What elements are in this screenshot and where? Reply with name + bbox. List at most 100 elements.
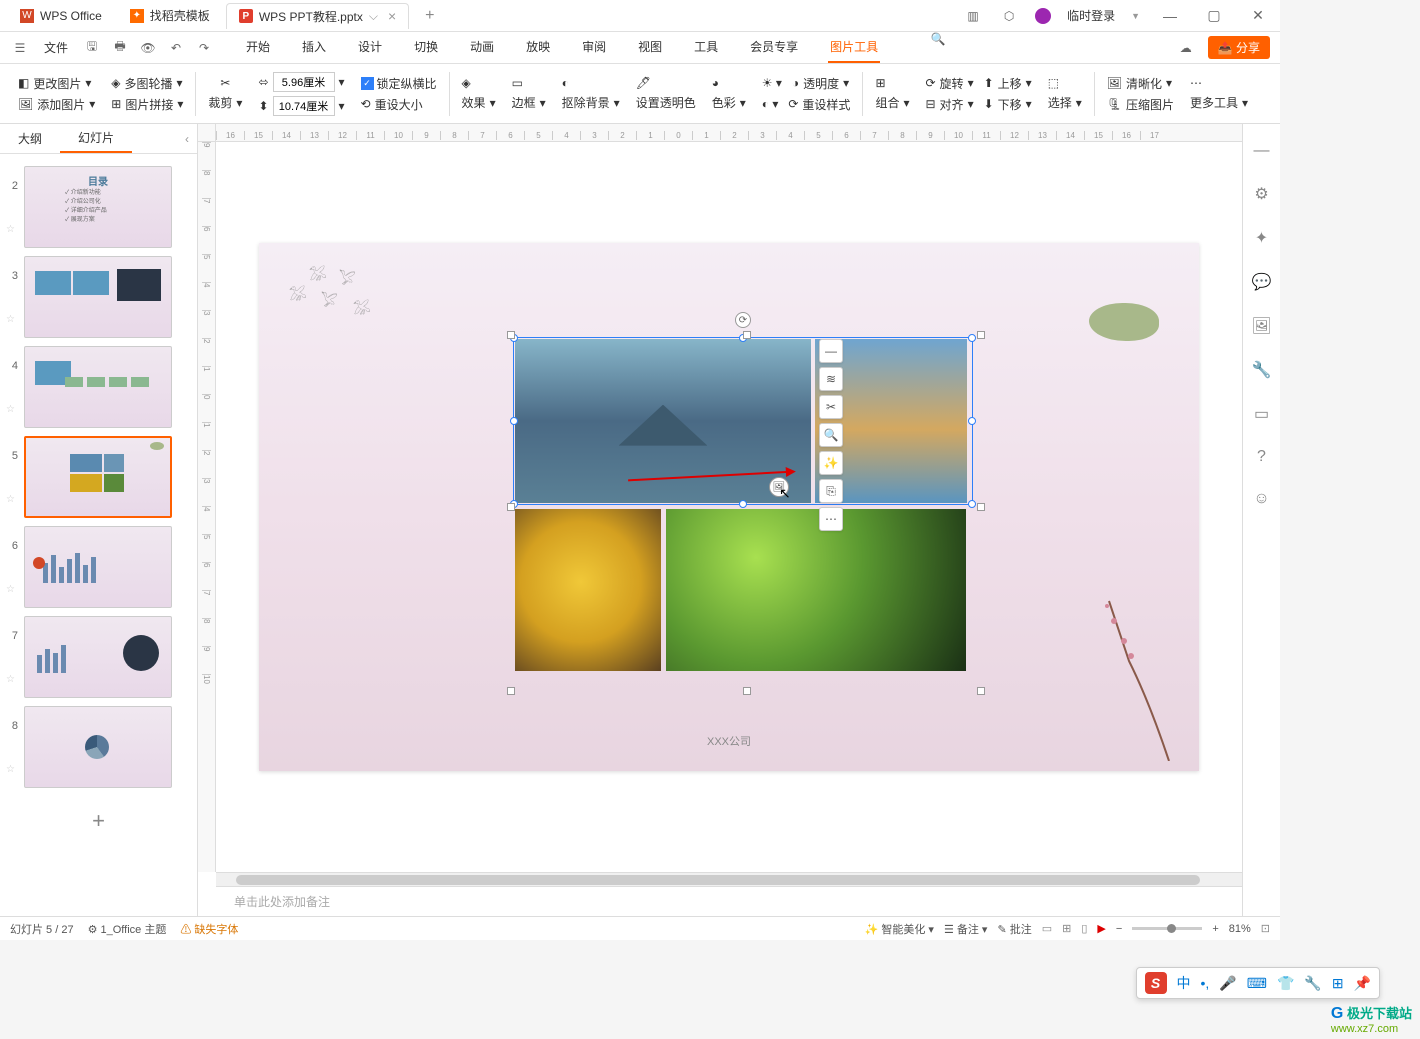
tab-start[interactable]: 开始 <box>244 32 272 63</box>
wrench-icon[interactable]: 🔧 <box>1252 360 1272 380</box>
slide-viewport[interactable]: 𓅮 𓅯 𓅮 𓅯 𓅮 <box>216 142 1242 872</box>
image-group[interactable]: ⟳ 🖼 ↖ <box>513 337 973 687</box>
group-handle[interactable] <box>507 687 515 695</box>
notes-placeholder[interactable]: 单击此处添加备注 <box>216 886 1242 916</box>
notes-toggle[interactable]: ☰ 备注 ▾ <box>944 921 988 937</box>
sorter-view-icon[interactable]: ⊞ <box>1062 922 1071 935</box>
group-handle[interactable] <box>743 331 751 339</box>
ime-toolbar[interactable]: S 中 •, 🎤 ⌨ 👕 🔧 ⊞ 📌 <box>1136 967 1381 999</box>
border-button[interactable]: 边框 ▾ <box>512 94 546 111</box>
thumb-slide-5[interactable] <box>24 436 172 518</box>
redo-icon[interactable]: ↷ <box>194 41 214 55</box>
compress-button[interactable]: 🗜 压缩图片 <box>1107 96 1174 113</box>
thumb-slide-8[interactable] <box>24 706 172 788</box>
height-input[interactable] <box>273 96 335 116</box>
user-login-label[interactable]: 临时登录 <box>1067 7 1115 24</box>
group-handle[interactable] <box>977 331 985 339</box>
collapse-panel-icon[interactable]: ‹ <box>185 132 189 146</box>
add-slide-button[interactable]: + <box>0 792 197 850</box>
tab-member[interactable]: 会员专享 <box>748 32 800 63</box>
tab-transition[interactable]: 切换 <box>412 32 440 63</box>
remove-bg-button[interactable]: 抠除背景 ▾ <box>562 94 620 111</box>
sogou-icon[interactable]: S <box>1145 972 1167 994</box>
settings-icon[interactable]: ⚙ <box>1254 184 1268 204</box>
ime-mic-icon[interactable]: 🎤 <box>1219 975 1236 992</box>
more-tools-button[interactable]: 更多工具 ▾ <box>1190 94 1248 111</box>
chat-icon[interactable]: 💬 <box>1252 272 1272 292</box>
help-icon[interactable]: ? <box>1257 448 1266 466</box>
width-input[interactable] <box>273 72 335 92</box>
print-icon[interactable]: 🖶 <box>110 37 130 58</box>
slide[interactable]: 𓅮 𓅯 𓅮 𓅯 𓅮 <box>259 243 1199 771</box>
missing-font-warning[interactable]: ⚠ 缺失字体 <box>180 921 238 937</box>
theme-label[interactable]: ⚙ 1_Office 主题 <box>88 921 167 937</box>
picture-icon[interactable]: 🖼 <box>1251 316 1271 336</box>
tab-design[interactable]: 设计 <box>356 32 384 63</box>
group-button[interactable]: 组合 ▾ <box>875 94 909 111</box>
tab-view[interactable]: 视图 <box>636 32 664 63</box>
normal-view-icon[interactable]: ▭ <box>1042 922 1052 935</box>
ime-punct-icon[interactable]: •, <box>1201 975 1210 991</box>
multi-outline-button[interactable]: ◈ 多图轮播 ▾ <box>111 75 183 92</box>
add-image-button[interactable]: 🖼 添加图片 ▾ <box>18 96 95 113</box>
close-window-button[interactable]: ✕ <box>1244 7 1272 24</box>
resize-handle[interactable] <box>968 334 976 342</box>
rotate-handle[interactable]: ⟳ <box>735 312 751 328</box>
resize-handle[interactable] <box>968 500 976 508</box>
group-handle[interactable] <box>977 687 985 695</box>
preview-icon[interactable]: 👁 <box>138 41 158 55</box>
collapse-icon[interactable]: — <box>1254 142 1270 160</box>
group-handle[interactable] <box>743 687 751 695</box>
sharpen-button[interactable]: 🖼 清晰化 ▾ <box>1107 75 1174 92</box>
zoom-level[interactable]: 81% <box>1229 923 1251 935</box>
resize-handle[interactable] <box>510 417 518 425</box>
page-icon[interactable]: ▭ <box>1254 404 1269 424</box>
slideshow-icon[interactable]: ▶ <box>1097 922 1105 935</box>
app-tab-document[interactable]: P WPS PPT教程.pptx ⌵ × <box>226 3 409 29</box>
crop-icon[interactable]: ✂ <box>819 395 843 419</box>
minimize-button[interactable]: — <box>1156 8 1184 24</box>
search-icon[interactable]: 🔍 <box>928 32 948 63</box>
share-button[interactable]: 📤 分享 <box>1208 36 1270 59</box>
app-tab-wps[interactable]: W WPS Office <box>8 3 114 29</box>
color-button[interactable]: 色彩 ▾ <box>712 94 746 111</box>
crop-button[interactable]: 裁剪 ▾ <box>208 94 242 111</box>
hamburger-icon[interactable]: ☰ <box>10 41 30 55</box>
ime-grid-icon[interactable]: ⊞ <box>1332 975 1344 992</box>
feedback-icon[interactable]: ☺ <box>1253 490 1269 508</box>
save-icon[interactable]: 🖫 <box>82 37 102 58</box>
more-icon[interactable]: ⋯ <box>819 507 843 531</box>
zoom-in-button[interactable]: + <box>1212 923 1218 935</box>
cloud-icon[interactable]: ☁ <box>1176 41 1196 55</box>
brightness-button[interactable]: ☀ ▾ ◑ 透明度 ▾ <box>762 75 851 92</box>
app-tab-template[interactable]: ✦ 找稻壳模板 <box>118 3 222 29</box>
outline-tab[interactable]: 大纲 <box>0 124 60 153</box>
reading-view-icon[interactable]: ▯ <box>1081 922 1087 935</box>
maximize-button[interactable]: ▢ <box>1200 7 1228 24</box>
thumb-slide-7[interactable] <box>24 616 172 698</box>
comments-toggle[interactable]: ✎ 批注 <box>997 921 1031 937</box>
ime-lang[interactable]: 中 <box>1177 973 1191 993</box>
slides-tab[interactable]: 幻灯片 <box>60 124 132 153</box>
smart-beautify-button[interactable]: ✨ 智能美化 ▾ <box>865 921 934 937</box>
tab-insert[interactable]: 插入 <box>300 32 328 63</box>
change-image-button[interactable]: ◧ 更改图片 ▾ <box>18 75 95 92</box>
chevron-down-icon[interactable]: ▼ <box>1131 11 1140 21</box>
resize-handle[interactable] <box>739 500 747 508</box>
tab-animation[interactable]: 动画 <box>468 32 496 63</box>
resize-handle[interactable] <box>968 417 976 425</box>
image-leaves-green[interactable] <box>666 509 966 671</box>
search-icon[interactable]: 🔍 <box>819 423 843 447</box>
ime-keyboard-icon[interactable]: ⌨ <box>1247 975 1267 992</box>
group-handle[interactable] <box>507 331 515 339</box>
tab-dropdown-icon[interactable]: ⌵ <box>369 9 378 24</box>
thumb-slide-6[interactable] <box>24 526 172 608</box>
layout-icon[interactable]: ▥ <box>963 9 983 23</box>
thumbnail-list[interactable]: 2☆ 目录✓ 介绍新功能✓ 介绍公司化✓ 详细介绍产品✓ 展现方案 3☆ 4☆ … <box>0 154 197 916</box>
minus-icon[interactable]: — <box>819 339 843 363</box>
ime-pin-icon[interactable]: 📌 <box>1354 975 1371 992</box>
select-button[interactable]: 选择 ▾ <box>1048 94 1082 111</box>
cube-icon[interactable]: ⬡ <box>999 9 1019 23</box>
rotate-button[interactable]: ⟳ 旋转 ▾ ⬆ 上移 ▾ <box>925 75 1031 92</box>
ime-person-icon[interactable]: 👕 <box>1277 975 1294 992</box>
